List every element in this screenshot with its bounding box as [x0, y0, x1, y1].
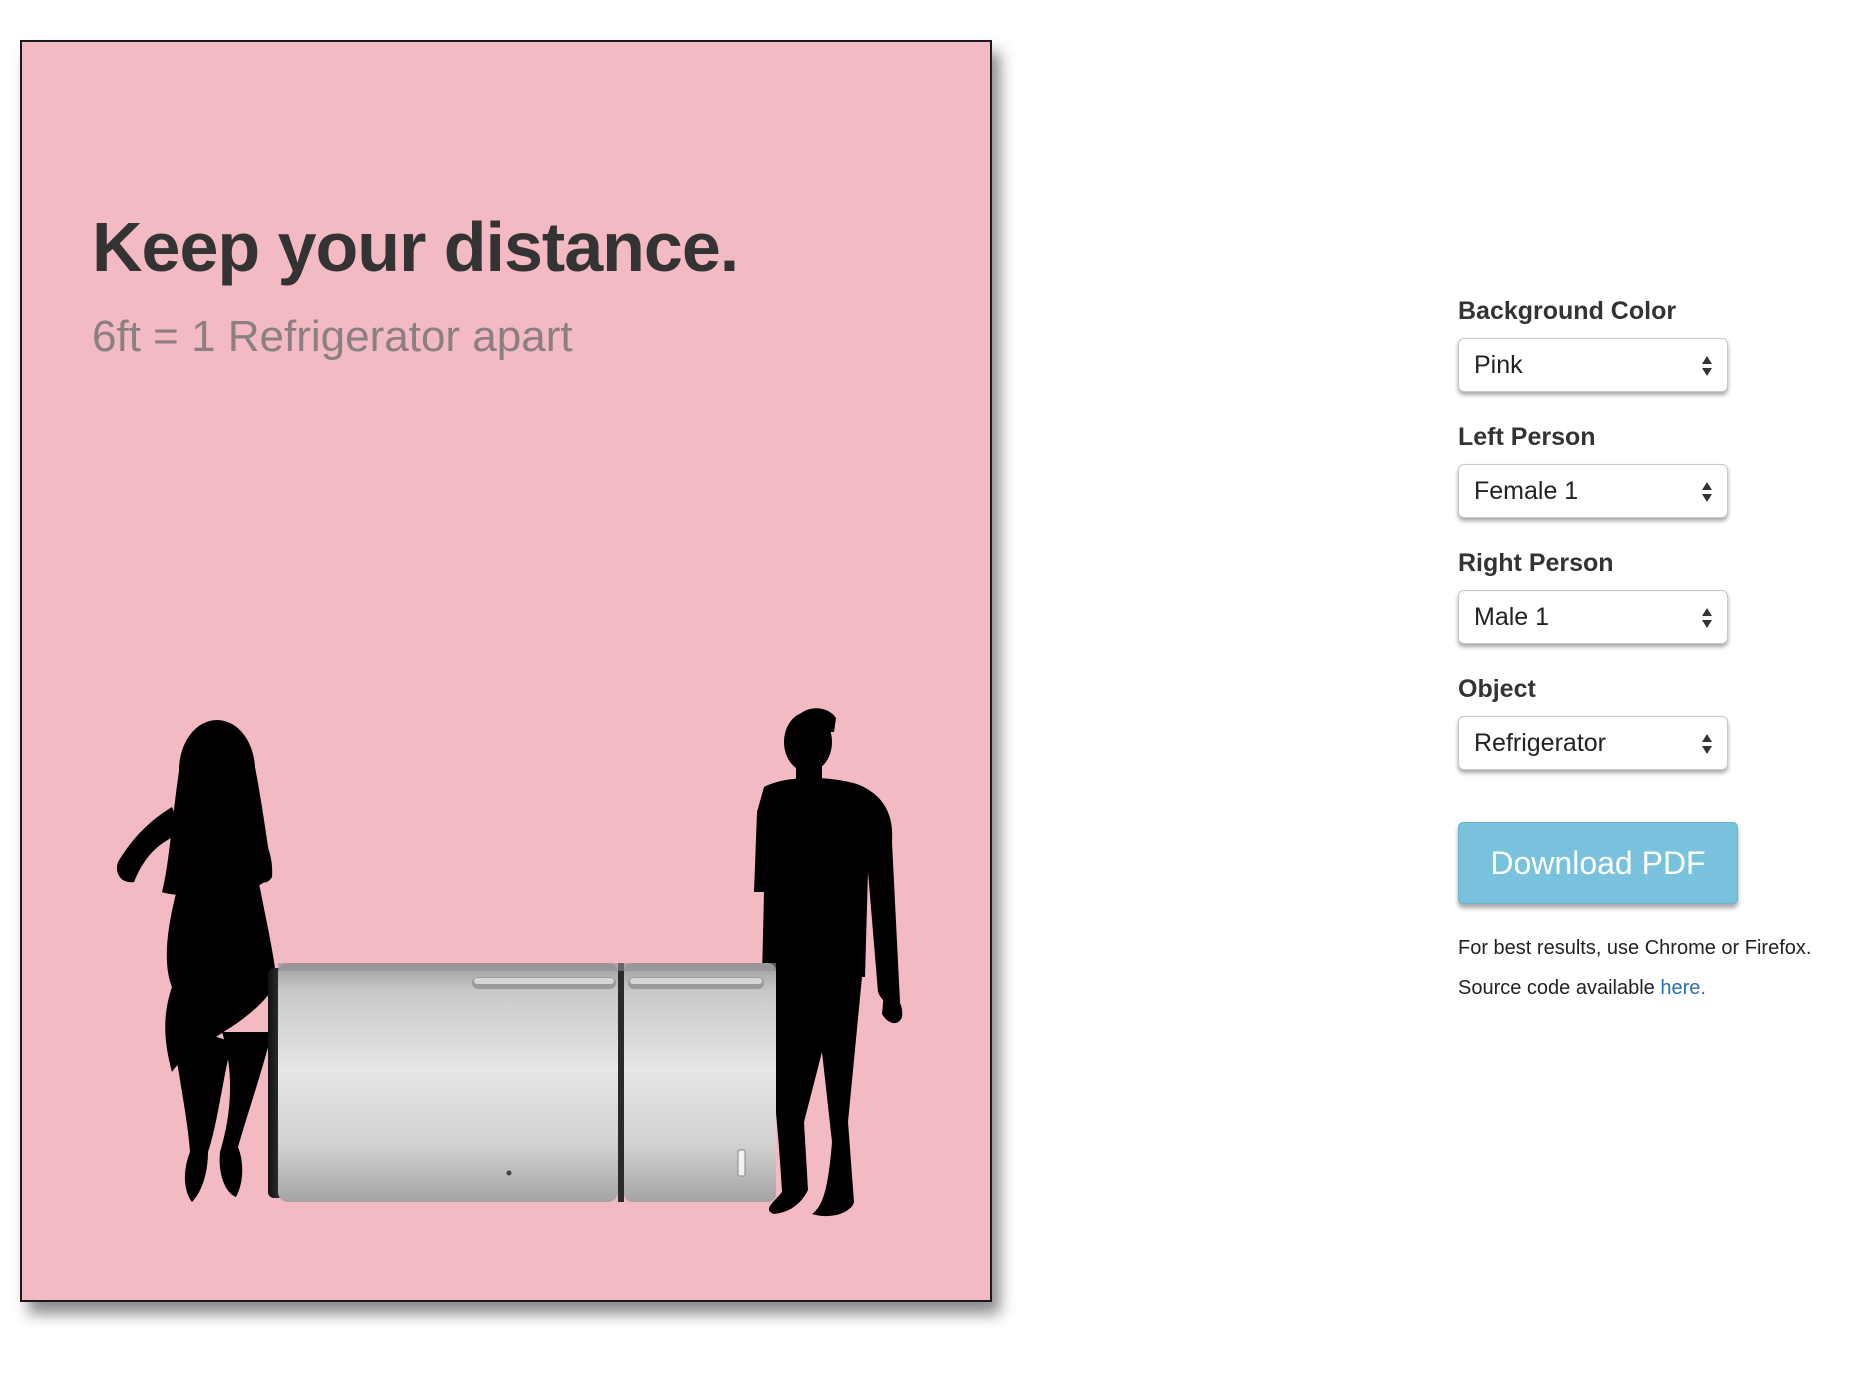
right-person-select[interactable]: Male 1 [1458, 590, 1728, 644]
poster-preview: Keep your distance. 6ft = 1 Refrigerator… [20, 40, 992, 1302]
source-code-prefix: Source code available [1458, 977, 1661, 999]
controls-panel: Background Color Pink Left Person Female… [1458, 296, 1852, 1000]
download-pdf-button[interactable]: Download PDF [1458, 822, 1738, 904]
select-arrows-icon [1702, 608, 1712, 628]
left-person-value: Female 1 [1474, 477, 1579, 505]
female-silhouette-icon [116, 720, 277, 1202]
left-person-label: Left Person [1458, 423, 1596, 451]
background-color-field: Background Color Pink [1458, 296, 1852, 392]
poster-scene [116, 708, 903, 1217]
select-arrows-icon [1702, 482, 1712, 502]
object-field: Object Refrigerator [1458, 674, 1852, 770]
object-value: Refrigerator [1474, 729, 1606, 757]
select-arrows-icon [1702, 734, 1712, 754]
left-person-select[interactable]: Female 1 [1458, 464, 1728, 518]
source-code-link[interactable]: here. [1660, 977, 1706, 999]
right-person-field: Right Person Male 1 [1458, 548, 1852, 644]
right-person-value: Male 1 [1474, 603, 1550, 631]
browser-note: For best results, use Chrome or Firefox. [1458, 937, 1812, 959]
select-arrows-icon [1702, 356, 1712, 376]
male-silhouette-icon [754, 708, 903, 1217]
source-code-note: Source code available here. [1458, 976, 1852, 1000]
refrigerator-icon [268, 963, 776, 1202]
left-person-field: Left Person Female 1 [1458, 422, 1852, 518]
object-select[interactable]: Refrigerator [1458, 716, 1728, 770]
background-color-select[interactable]: Pink [1458, 338, 1728, 392]
object-label: Object [1458, 675, 1536, 703]
background-color-label: Background Color [1458, 297, 1677, 325]
background-color-value: Pink [1474, 351, 1523, 379]
right-person-label: Right Person [1458, 549, 1614, 577]
